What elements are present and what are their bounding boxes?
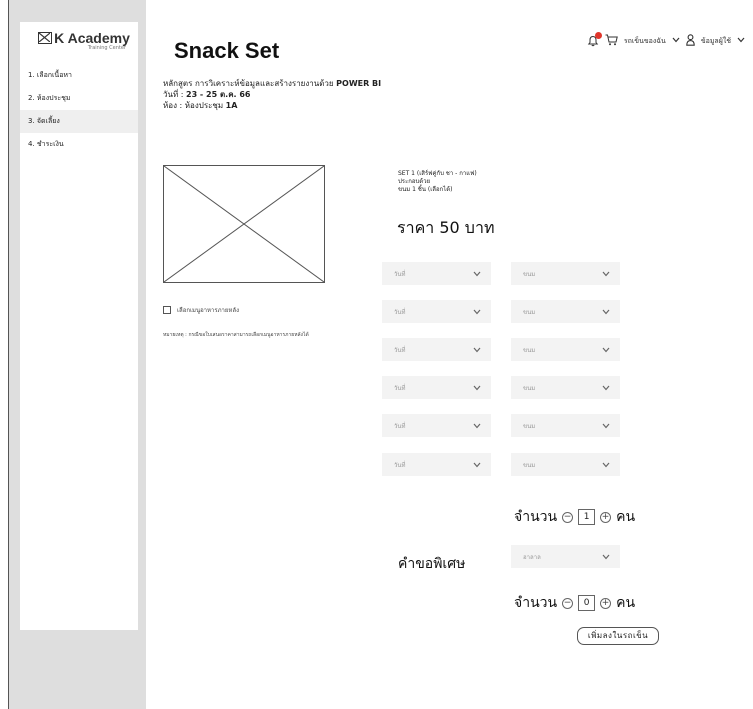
- quantity-unit: คน: [616, 595, 636, 611]
- course-room: 1A: [225, 101, 238, 110]
- chevron-down-icon: [602, 271, 610, 276]
- day-select[interactable]: วันที่: [382, 376, 491, 399]
- special-quantity-stepper: จำนวน − 0 + คน: [514, 592, 635, 614]
- day-select[interactable]: วันที่: [382, 262, 491, 285]
- day-select[interactable]: วันที่: [382, 300, 491, 323]
- chevron-down-icon[interactable]: [737, 37, 745, 45]
- add-to-cart-button[interactable]: เพิ่มลงในรถเข็น: [577, 627, 659, 645]
- set-price: ราคา 50 บาท: [397, 218, 495, 237]
- set-name: SET 1 (เสิร์ฟคู่กับ ชา - กาแฟ): [398, 170, 477, 177]
- notification-badge: [594, 32, 602, 39]
- chevron-down-icon: [602, 462, 610, 467]
- snack-select[interactable]: ขนม: [511, 453, 620, 476]
- snack-select[interactable]: ขนม: [511, 262, 620, 285]
- sidebar-item-select-content[interactable]: 1. เลือกเนื้อหา: [20, 64, 138, 87]
- quantity-label: จำนวน: [514, 509, 558, 525]
- increment-button[interactable]: +: [600, 597, 612, 609]
- day-select[interactable]: วันที่: [382, 338, 491, 361]
- day-select[interactable]: วันที่: [382, 414, 491, 437]
- page-title: Snack Set: [174, 38, 280, 63]
- note-text: หมายเหตุ : กรณีขอใบเสนอราคาสามารถเลือกเม…: [163, 332, 309, 338]
- quantity-input[interactable]: 0: [578, 595, 596, 611]
- notification-bell-icon[interactable]: [587, 32, 602, 47]
- snack-select[interactable]: ขนม: [511, 376, 620, 399]
- special-request-select[interactable]: ฮาลาล: [511, 545, 620, 568]
- set-description: SET 1 (เสิร์ฟคู่กับ ชา - กาแฟ) ประกอบด้ว…: [398, 170, 477, 194]
- day-select[interactable]: วันที่: [382, 453, 491, 476]
- decrement-button[interactable]: −: [562, 597, 574, 609]
- chevron-down-icon: [473, 347, 481, 352]
- chevron-down-icon: [473, 309, 481, 314]
- special-request-label: คำขอพิเศษ: [398, 556, 466, 572]
- sidebar: K Academy Training Center 1. เลือกเนื้อห…: [20, 22, 138, 630]
- set-item: ขนม 1 ชิ้น (เลือกได้): [398, 186, 453, 193]
- sidebar-item-meeting-room[interactable]: 2. ห้องประชุม: [20, 87, 138, 110]
- step-list: 1. เลือกเนื้อหา 2. ห้องประชุม 3. จัดเลี้…: [20, 64, 138, 156]
- chevron-down-icon: [473, 271, 481, 276]
- increment-button[interactable]: +: [600, 511, 612, 523]
- sidebar-item-catering[interactable]: 3. จัดเลี้ยง: [20, 110, 138, 133]
- snack-select[interactable]: ขนม: [511, 300, 620, 323]
- chevron-down-icon: [602, 309, 610, 314]
- quantity-label: จำนวน: [514, 595, 558, 611]
- chevron-down-icon: [602, 347, 610, 352]
- chevron-down-icon: [473, 423, 481, 428]
- chevron-down-icon: [602, 385, 610, 390]
- chevron-down-icon: [602, 554, 610, 559]
- later-menu-checkbox[interactable]: [163, 306, 171, 314]
- course-name: POWER BI: [336, 79, 382, 88]
- chevron-down-icon: [473, 462, 481, 467]
- course-date: 23 - 25 ต.ค. 66: [186, 90, 251, 99]
- course-info: หลักสูตร การวิเคราะห์ข้อมูลและสร้างรายงา…: [163, 78, 381, 111]
- quantity-unit: คน: [616, 509, 636, 525]
- snack-select[interactable]: ขนม: [511, 338, 620, 361]
- later-menu-label: เลือกเมนูอาหารภายหลัง: [177, 307, 239, 314]
- later-menu-option[interactable]: เลือกเมนูอาหารภายหลัง: [163, 305, 239, 315]
- logo-title: K Academy: [54, 30, 130, 46]
- decrement-button[interactable]: −: [562, 511, 574, 523]
- chevron-down-icon: [602, 423, 610, 428]
- cart-link[interactable]: รถเข็นของฉัน: [624, 36, 666, 47]
- set-includes: ประกอบด้วย: [398, 178, 431, 185]
- logo: K Academy Training Center: [34, 30, 134, 51]
- regular-quantity-stepper: จำนวน − 1 + คน: [514, 506, 635, 528]
- user-icon[interactable]: [686, 34, 695, 48]
- snack-image-placeholder: [163, 165, 325, 283]
- profile-link[interactable]: ข้อมูลผู้ใช้: [701, 36, 731, 47]
- snack-select[interactable]: ขนม: [511, 414, 620, 437]
- course-room-line: ห้อง : ห้องประชุม 1A: [163, 101, 238, 110]
- chevron-down-icon: [473, 385, 481, 390]
- logo-box-icon: [38, 32, 53, 44]
- quantity-input[interactable]: 1: [578, 509, 596, 525]
- cart-icon[interactable]: [605, 34, 618, 48]
- chevron-down-icon[interactable]: [672, 37, 680, 45]
- course-title-line: หลักสูตร การวิเคราะห์ข้อมูลและสร้างรายงา…: [163, 79, 382, 88]
- top-bar: รถเข็นของฉัน ข้อมูลผู้ใช้: [587, 32, 745, 48]
- sidebar-item-payment[interactable]: 4. ชำระเงิน: [20, 133, 138, 156]
- course-date-line: วันที่ : 23 - 25 ต.ค. 66: [163, 90, 251, 99]
